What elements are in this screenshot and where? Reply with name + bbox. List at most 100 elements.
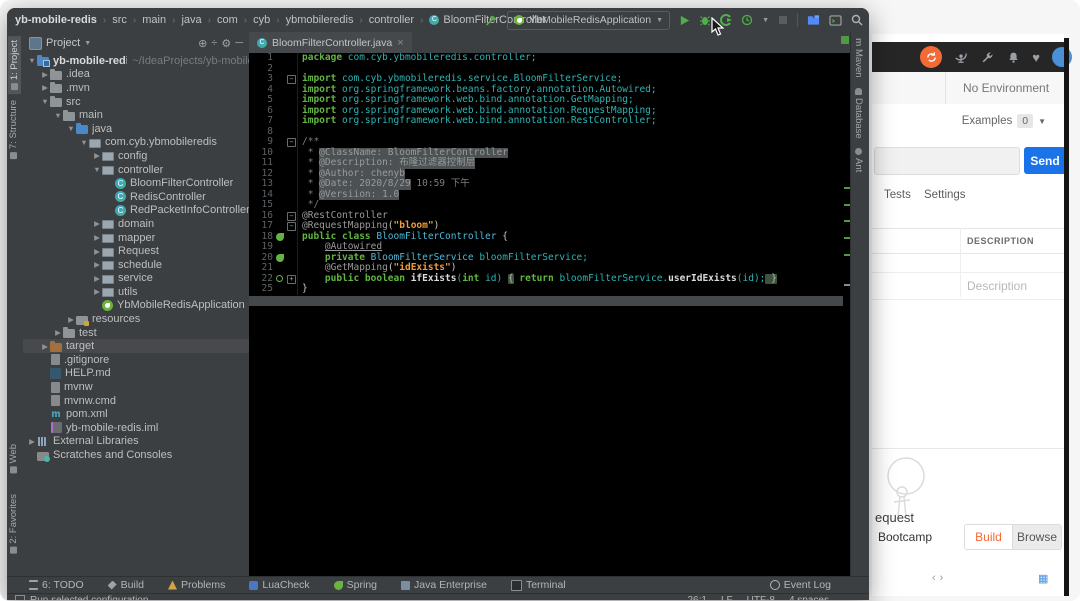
run-configuration-select[interactable]: YbMobileRedisApplication ▼	[507, 11, 670, 30]
tree-chevron[interactable]: ▶	[92, 287, 102, 296]
fold-marker[interactable]	[286, 200, 298, 211]
tree-chevron[interactable]: ▶	[53, 328, 63, 337]
gear-icon[interactable]: ⚙	[221, 37, 231, 50]
breadcrumb-item[interactable]: yb-mobile-redis	[15, 14, 97, 26]
tree-chevron[interactable]: ▶	[92, 219, 102, 228]
tree-row[interactable]: ▼controller	[23, 163, 249, 177]
fold-marker[interactable]	[286, 95, 298, 106]
tree-chevron[interactable]: ▶	[92, 274, 102, 283]
editor-tab[interactable]: C BloomFilterController.java ×	[249, 32, 412, 53]
fold-marker[interactable]	[286, 284, 298, 295]
examples-dropdown[interactable]: Examples 0 ▼	[962, 114, 1046, 128]
tab-tests[interactable]: Tests	[884, 189, 911, 201]
pagination-icons[interactable]: ‹›	[932, 572, 947, 584]
browse-button[interactable]: Browse	[1012, 525, 1061, 549]
tool-window-button[interactable]: Spring	[334, 579, 377, 591]
fold-marker[interactable]: −	[286, 137, 298, 148]
tree-chevron[interactable]: ▶	[40, 83, 50, 92]
fold-marker[interactable]	[286, 190, 298, 201]
fold-marker[interactable]: −	[286, 221, 298, 232]
fold-marker[interactable]	[286, 253, 298, 264]
collapse-all-icon[interactable]: ÷	[211, 37, 217, 49]
build-button[interactable]: Build	[965, 525, 1012, 549]
breadcrumb-item[interactable]: main	[142, 14, 166, 26]
fold-marker[interactable]	[286, 106, 298, 117]
tool-tab-structure[interactable]: 7: Structure	[8, 100, 19, 159]
url-input[interactable]	[874, 147, 1020, 175]
fold-marker[interactable]	[286, 85, 298, 96]
breadcrumb-item[interactable]: cyb	[253, 14, 270, 26]
tree-row[interactable]: ▼yb-mobile-redis~/IdeaProjects/yb-mobile…	[23, 54, 249, 68]
code-editor[interactable]: 1package com.cyb.ybmobileredis.controlle…	[249, 53, 843, 576]
tool-tab-maven[interactable]: mMaven	[853, 38, 864, 78]
tool-window-button[interactable]: Build	[108, 579, 144, 591]
fold-marker[interactable]	[286, 169, 298, 180]
fold-marker[interactable]: −	[286, 211, 298, 222]
tree-row[interactable]: ▼src	[23, 95, 249, 109]
fold-marker[interactable]	[286, 64, 298, 75]
profiler-button[interactable]	[741, 14, 753, 26]
fold-marker[interactable]	[286, 116, 298, 127]
file-encoding[interactable]: UTF-8	[747, 595, 775, 600]
hide-panel-icon[interactable]: ─	[235, 37, 243, 49]
fold-marker[interactable]: +	[286, 274, 298, 285]
run-button[interactable]	[679, 15, 690, 26]
wrench-icon[interactable]	[980, 50, 994, 64]
avatar[interactable]	[1052, 47, 1072, 67]
tree-chevron[interactable]: ▶	[66, 315, 76, 324]
tree-row[interactable]: ▶Request	[23, 244, 249, 258]
send-button[interactable]: Send	[1024, 147, 1066, 174]
fold-marker[interactable]	[286, 242, 298, 253]
fold-marker[interactable]	[286, 127, 298, 138]
tree-row[interactable]: Scratches and Consoles	[23, 448, 249, 462]
tree-row[interactable]: .gitignore	[23, 353, 249, 367]
tree-row[interactable]: ▶.idea	[23, 68, 249, 82]
breadcrumb-item[interactable]: ybmobileredis	[286, 14, 354, 26]
tool-tab-favorites[interactable]: 2: Favorites	[8, 494, 19, 554]
tool-tab-database[interactable]: Database	[853, 88, 864, 139]
run-anything-icon[interactable]	[829, 15, 842, 26]
tree-row[interactable]: ▶schedule	[23, 258, 249, 272]
fold-marker[interactable]	[286, 263, 298, 274]
tree-row[interactable]: mvnw	[23, 380, 249, 394]
tree-chevron[interactable]: ▼	[53, 111, 63, 120]
inspections-ok-indicator[interactable]	[841, 36, 849, 44]
tree-chevron[interactable]: ▼	[79, 138, 89, 147]
tree-row[interactable]: CRedisController	[23, 190, 249, 204]
tree-row[interactable]: ▶mapper	[23, 231, 249, 245]
fold-marker[interactable]: −	[286, 74, 298, 85]
tree-chevron[interactable]: ▼	[40, 97, 50, 106]
tool-tab-ant[interactable]: Ant	[853, 148, 864, 172]
debug-button[interactable]	[699, 14, 711, 26]
tree-row[interactable]: HELP.md	[23, 367, 249, 381]
tree-chevron[interactable]: ▼	[66, 124, 76, 133]
tree-row[interactable]: ▼main	[23, 108, 249, 122]
tree-row[interactable]: YbMobileRedisApplication	[23, 299, 249, 313]
fold-marker[interactable]	[286, 53, 298, 64]
tool-window-button[interactable]: 6: TODO	[29, 579, 84, 591]
tree-row[interactable]: ▶test	[23, 326, 249, 340]
tab-settings[interactable]: Settings	[924, 189, 966, 201]
grid-icon[interactable]: ▦	[1038, 572, 1048, 585]
search-everywhere-icon[interactable]	[851, 14, 863, 26]
caret-position[interactable]: 26:1	[687, 595, 706, 600]
tree-row[interactable]: ▶target	[23, 339, 249, 353]
tree-row[interactable]: CBloomFilterController	[23, 176, 249, 190]
tree-chevron[interactable]: ▶	[92, 151, 102, 160]
tree-row[interactable]: ▼java	[23, 122, 249, 136]
breadcrumb-item[interactable]: src	[112, 14, 127, 26]
tree-chevron[interactable]: ▶	[27, 437, 37, 446]
fold-marker[interactable]	[286, 232, 298, 243]
profiler-chevron-icon[interactable]: ▼	[762, 17, 769, 24]
tree-row[interactable]: ▶External Libraries	[23, 435, 249, 449]
tree-row[interactable]: ▶utils	[23, 285, 249, 299]
table-row[interactable]: Description	[872, 273, 1064, 300]
tree-row[interactable]: CRedPacketInfoController	[23, 204, 249, 218]
breadcrumb-item[interactable]: com	[217, 14, 238, 26]
tree-chevron[interactable]: ▶	[40, 342, 50, 351]
bell-icon[interactable]	[1006, 50, 1020, 64]
tree-row[interactable]: ▶.mvn	[23, 81, 249, 95]
heart-icon[interactable]: ♥	[1032, 50, 1040, 65]
tree-chevron[interactable]: ▶	[40, 70, 50, 79]
tree-row[interactable]: ▼com.cyb.ybmobileredis	[23, 136, 249, 150]
